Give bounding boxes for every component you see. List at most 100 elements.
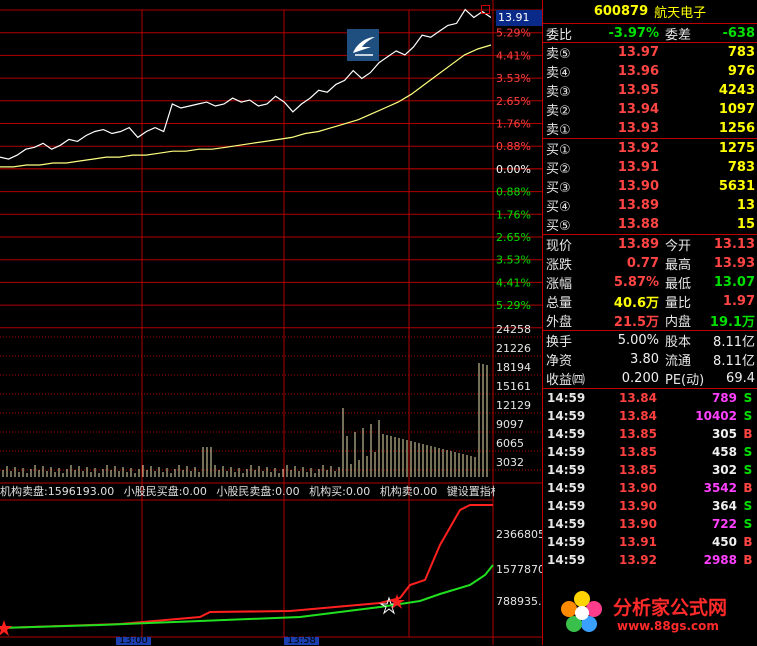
order-price: 13.91 <box>617 160 659 175</box>
order-row[interactable]: 卖④ 13.96 976 <box>543 62 757 81</box>
order-row[interactable]: 买② 13.91 783 <box>543 158 757 177</box>
order-label: 买⑤ <box>546 219 571 234</box>
order-row[interactable]: 卖① 13.93 1256 <box>543 119 757 138</box>
quote-value: 21.5万 <box>613 315 659 330</box>
quote-value: 0.77 <box>626 256 659 271</box>
flower-logo-icon <box>561 591 602 632</box>
price-axis-label: 5.29% <box>496 299 531 312</box>
app-logo-icon <box>347 29 379 61</box>
volume-axis-label: 3032 <box>496 456 524 469</box>
quote-label: 涨跌 <box>546 258 573 273</box>
tick-time: 14:59 <box>547 481 586 495</box>
order-volume: 13 <box>736 198 755 213</box>
order-volume: 4243 <box>718 83 755 98</box>
indicator-item: 键设置指标 <box>446 485 495 498</box>
tick-volume: 305 <box>711 427 737 441</box>
tick-list[interactable]: 14:59 13.84 789 S 14:59 13.84 10402 S 14:59 13.85… <box>543 389 757 569</box>
row-value: -638 <box>722 25 755 41</box>
order-row[interactable]: 买③ 13.90 5631 <box>543 177 757 196</box>
order-row[interactable]: 买④ 13.89 13 <box>543 196 757 215</box>
tick-time: 14:59 <box>547 427 586 441</box>
order-volume: 15 <box>736 217 755 232</box>
tick-row[interactable]: 14:59 13.92 2988 B <box>543 551 757 569</box>
tick-row[interactable]: 14:59 13.85 458 S <box>543 443 757 461</box>
price-axis-label: 4.41% <box>496 49 531 62</box>
indicator-item: 机构买:0.00 <box>309 485 371 498</box>
tick-time: 14:59 <box>547 391 586 405</box>
tick-price: 13.90 <box>619 499 657 513</box>
order-volume: 1097 <box>718 102 755 117</box>
quote-value: 13.13 <box>713 237 755 252</box>
order-price: 13.90 <box>617 179 659 194</box>
tick-volume: 450 <box>711 535 737 549</box>
quote-panel: 600879 航天电子 委比 -3.97% 委差 -638 卖⑤ 13.97 783… <box>542 0 757 645</box>
quote-label: 现价 <box>546 239 573 254</box>
info-label: 股本 <box>665 335 692 350</box>
stock-header[interactable]: 600879 航天电子 <box>543 0 757 24</box>
quote-value: 13.93 <box>713 256 755 271</box>
order-row[interactable]: 买① 13.92 1275 <box>543 139 757 158</box>
order-volume: 1256 <box>718 121 755 136</box>
time-label: 13:00 <box>116 636 151 646</box>
tick-row[interactable]: 14:59 13.90 364 S <box>543 497 757 515</box>
tick-direction: S <box>743 409 753 423</box>
quote-label: 今开 <box>665 239 692 254</box>
quote-value: 19.1万 <box>709 315 755 330</box>
info-value: 0.200 <box>621 371 659 386</box>
time-label: 13:58 <box>284 636 319 646</box>
order-volume: 1275 <box>718 141 755 156</box>
info-label: 流通 <box>665 354 692 369</box>
order-price: 13.89 <box>617 198 659 213</box>
info-row: 净资 3.80 流通 8.11亿 <box>543 350 757 369</box>
close-box-icon[interactable] <box>481 5 490 14</box>
row-value: -3.97% <box>608 25 660 41</box>
tick-time: 14:59 <box>547 535 586 549</box>
volume-axis-label: 18194 <box>496 361 531 374</box>
tick-row[interactable]: 14:59 13.84 10402 S <box>543 407 757 425</box>
tick-row[interactable]: 14:59 13.90 3542 B <box>543 479 757 497</box>
price-axis-label: 2.65% <box>496 95 531 108</box>
quote-row: 涨跌 0.77 最高 13.93 <box>543 254 757 273</box>
tick-direction: S <box>743 499 753 513</box>
order-volume: 5631 <box>718 179 755 194</box>
order-row[interactable]: 卖③ 13.95 4243 <box>543 81 757 100</box>
order-label: 卖② <box>546 104 571 119</box>
intraday-chart-area[interactable]: 5.29% 4.41% 3.53% 2.65% 1.76% 0.88% 0.00% 0.88%… <box>0 0 542 646</box>
indicator-item: 小股民买盘:0.00 <box>123 485 207 498</box>
price-axis-label: 4.41% <box>496 276 531 289</box>
tick-row[interactable]: 14:59 13.90 722 S <box>543 515 757 533</box>
row-label: 委比 <box>546 27 573 43</box>
quote-stats: 现价 13.89 今开 13.13 涨跌 0.77 最高 13.93 涨幅 5.87% 最低 13.0… <box>543 235 757 331</box>
indicator-axis-label: 1577870 <box>496 563 542 576</box>
tick-volume: 3542 <box>703 481 737 495</box>
order-row[interactable]: 卖② 13.94 1097 <box>543 100 757 119</box>
tick-row[interactable]: 14:59 13.84 789 S <box>543 389 757 407</box>
order-volume: 976 <box>727 64 755 79</box>
volume-axis-label: 6065 <box>496 437 524 450</box>
info-value: 3.80 <box>630 352 659 367</box>
order-row[interactable]: 卖⑤ 13.97 783 <box>543 43 757 62</box>
fundamental-stats: 换手 5.00% 股本 8.11亿 净资 3.80 流通 8.11亿 收益㈣ 0.200 PE(动)… <box>543 331 757 389</box>
price-axis-label: 3.53% <box>496 72 531 85</box>
tick-time: 14:59 <box>547 445 586 459</box>
tick-row[interactable]: 14:59 13.91 450 B <box>543 533 757 551</box>
order-price: 13.92 <box>617 141 659 156</box>
order-row[interactable]: 买⑤ 13.88 15 <box>543 215 757 234</box>
order-label: 买① <box>546 143 571 158</box>
tick-price: 13.85 <box>619 445 657 459</box>
tick-volume: 10402 <box>695 409 737 423</box>
quote-label: 总量 <box>546 296 573 311</box>
row-label: 委差 <box>665 27 692 43</box>
current-price-box: 13.91 <box>496 10 542 26</box>
tick-time: 14:59 <box>547 499 586 513</box>
intraday-chart[interactable]: 5.29% 4.41% 3.53% 2.65% 1.76% 0.88% 0.00% 0.88%… <box>0 0 542 645</box>
institution-sell-line <box>0 504 493 629</box>
indicator-values-bar[interactable]: 机构卖盘:1596193.00 小股民买盘:0.00 小股民卖盘:0.00 机构… <box>0 484 495 500</box>
quote-label: 涨幅 <box>546 277 573 292</box>
info-label: PE(动) <box>665 373 705 388</box>
quote-value: 5.87% <box>613 275 659 290</box>
tick-direction: B <box>743 427 753 441</box>
tick-row[interactable]: 14:59 13.85 302 S <box>543 461 757 479</box>
tick-price: 13.85 <box>619 427 657 441</box>
tick-row[interactable]: 14:59 13.85 305 B <box>543 425 757 443</box>
